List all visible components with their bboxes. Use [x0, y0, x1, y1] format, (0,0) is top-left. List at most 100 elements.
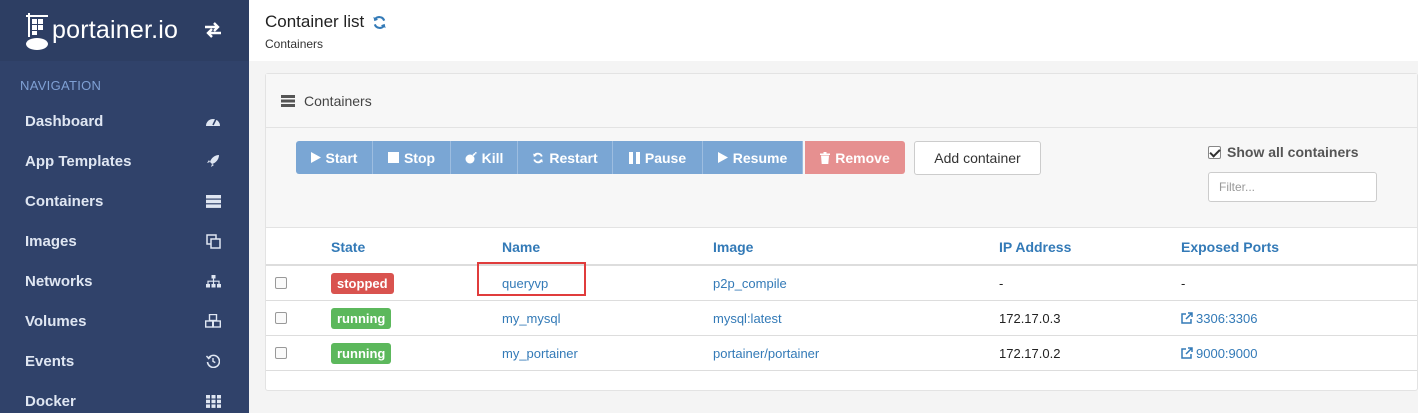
- sidebar-item-images[interactable]: Images: [0, 221, 249, 261]
- column-header-exposed-ports[interactable]: Exposed Ports: [1181, 229, 1279, 264]
- kill-button[interactable]: Kill: [451, 141, 518, 174]
- th-icon: [205, 393, 221, 409]
- brand-bar: portainer.io: [0, 0, 249, 61]
- exposed-port-label: 3306:3306: [1196, 310, 1258, 326]
- table-row: stopped queryvp p2p_compile - -: [266, 262, 1417, 301]
- bomb-icon: [465, 151, 477, 164]
- restart-button-label: Restart: [549, 149, 598, 166]
- state-cell: running: [331, 336, 392, 370]
- start-button-label: Start: [325, 149, 358, 166]
- sidebar-item-label: App Templates: [25, 152, 132, 170]
- sidebar-item-label: Docker: [25, 392, 76, 410]
- play-icon: [717, 152, 728, 163]
- external-link-icon: [1181, 347, 1193, 359]
- sidebar-item-label: Volumes: [25, 312, 87, 330]
- column-header-state[interactable]: State: [331, 229, 365, 264]
- widget-header: Containers: [266, 74, 1417, 128]
- brand-name: portainer.io: [52, 16, 179, 44]
- brand-logo[interactable]: portainer.io: [24, 11, 178, 51]
- stop-button-label: Stop: [403, 149, 436, 166]
- row-checkbox[interactable]: [275, 312, 287, 324]
- remove-button[interactable]: Remove: [805, 141, 905, 174]
- pause-button[interactable]: Pause: [613, 141, 703, 174]
- add-container-button[interactable]: Add container: [914, 141, 1041, 175]
- sidebar-item-volumes[interactable]: Volumes: [0, 301, 249, 341]
- remove-button-label: Remove: [835, 149, 890, 166]
- stop-icon: [387, 152, 399, 163]
- sidebar-item-label: Images: [25, 232, 77, 250]
- ip-address-cell: 172.17.0.2: [999, 345, 1061, 361]
- row-checkbox[interactable]: [275, 277, 287, 289]
- page-title: Container list: [265, 12, 1418, 32]
- sidebar-item-app-templates[interactable]: App Templates: [0, 141, 249, 181]
- sidebar-item-events[interactable]: Events: [0, 341, 249, 381]
- column-header-name[interactable]: Name: [502, 229, 540, 264]
- show-all-label: Show all containers: [1227, 144, 1359, 160]
- exposed-port-link[interactable]: 9000:9000: [1181, 336, 1257, 370]
- action-button-group: Start Stop Kill Restart Pause Resume Rem…: [296, 141, 905, 174]
- nav-title: NAVIGATION: [20, 78, 102, 93]
- portainer-logo-icon: [26, 12, 48, 50]
- cubes-icon: [205, 313, 221, 329]
- status-badge: running: [331, 307, 392, 329]
- resume-button[interactable]: Resume: [703, 141, 803, 174]
- sidebar-item-docker[interactable]: Docker: [0, 381, 249, 413]
- exposed-ports-cell: -: [1181, 275, 1186, 291]
- swap-icon[interactable]: [203, 20, 223, 40]
- column-header-ip-address[interactable]: IP Address: [999, 229, 1071, 264]
- table-row: running my_portainer portainer/portainer…: [266, 336, 1417, 371]
- resume-button-label: Resume: [732, 149, 788, 166]
- sitemap-icon: [205, 273, 221, 289]
- refresh-icon[interactable]: [372, 15, 387, 30]
- external-link-icon: [1181, 312, 1193, 324]
- column-header-image[interactable]: Image: [713, 229, 753, 264]
- pause-button-label: Pause: [644, 149, 687, 166]
- image-link[interactable]: portainer/portainer: [713, 336, 819, 370]
- show-all-toggle[interactable]: Show all containers: [1208, 144, 1358, 160]
- play-icon: [310, 152, 321, 163]
- status-badge: running: [331, 342, 392, 364]
- history-icon: [205, 353, 221, 369]
- exposed-port-link[interactable]: 3306:3306: [1181, 301, 1257, 335]
- containers-widget: Containers Start Stop Kill Restart Pause: [265, 73, 1418, 391]
- row-select-cell: [275, 301, 287, 335]
- sidebar-item-label: Dashboard: [25, 112, 104, 130]
- dashboard-icon: [205, 113, 221, 129]
- table-header: State Name Image IP Address Exposed Port…: [266, 229, 1417, 266]
- page-header: Container list Containers: [249, 0, 1418, 61]
- container-name-link[interactable]: queryvp: [502, 266, 548, 300]
- clone-icon: [205, 233, 221, 249]
- widget-title: Containers: [304, 92, 372, 109]
- stop-button[interactable]: Stop: [373, 141, 451, 174]
- sidebar-item-label: Events: [25, 352, 75, 370]
- table-row: running my_mysql mysql:latest 172.17.0.3…: [266, 301, 1417, 336]
- container-name-link[interactable]: my_mysql: [502, 301, 561, 335]
- state-cell: running: [331, 301, 392, 335]
- ip-address-cell: -: [999, 275, 1004, 291]
- status-badge: stopped: [331, 272, 394, 294]
- refresh-icon: [532, 152, 544, 164]
- page-title-text: Container list: [265, 12, 365, 31]
- show-all-checkbox[interactable]: [1208, 145, 1221, 159]
- rocket-icon: [205, 153, 221, 169]
- restart-button[interactable]: Restart: [518, 141, 613, 174]
- container-name-link[interactable]: my_portainer: [502, 336, 578, 370]
- breadcrumb: Containers: [265, 37, 324, 51]
- sidebar-item-label: Networks: [25, 272, 93, 290]
- exposed-port-label: 9000:9000: [1196, 345, 1258, 361]
- server-icon: [281, 94, 295, 107]
- sidebar-item-networks[interactable]: Networks: [0, 261, 249, 301]
- row-select-cell: [275, 336, 287, 370]
- sidebar-item-containers[interactable]: Containers: [0, 181, 249, 221]
- image-link[interactable]: p2p_compile: [713, 266, 787, 300]
- filter-input[interactable]: [1208, 172, 1377, 202]
- row-checkbox[interactable]: [275, 347, 287, 359]
- pause-icon: [628, 151, 640, 164]
- trash-icon: [820, 151, 831, 164]
- server-icon: [205, 193, 221, 209]
- ip-address-cell: 172.17.0.3: [999, 310, 1061, 326]
- sidebar-item-dashboard[interactable]: Dashboard: [0, 101, 249, 141]
- image-link[interactable]: mysql:latest: [713, 301, 782, 335]
- sidebar: portainer.io NAVIGATION Dashboard App Te…: [0, 0, 249, 413]
- start-button[interactable]: Start: [296, 141, 373, 174]
